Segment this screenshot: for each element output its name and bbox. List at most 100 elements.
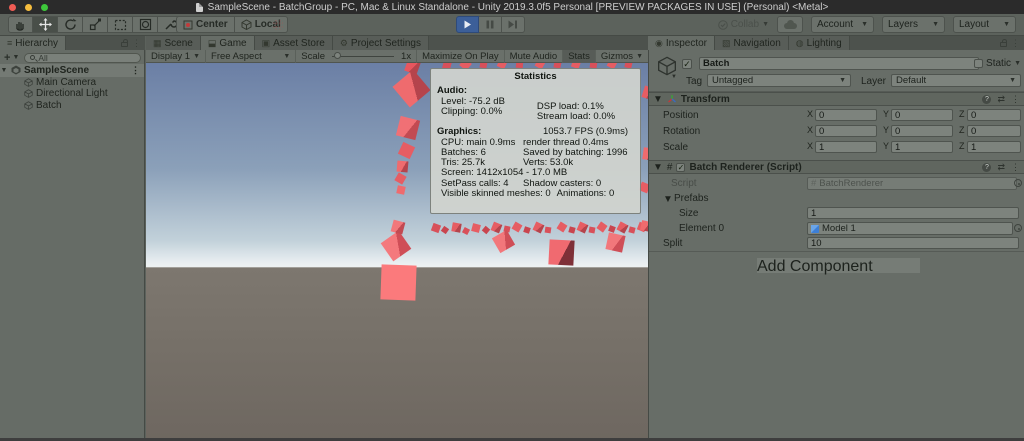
transform-component-header[interactable]: ▼ Transform ? ⇄ ⋮ bbox=[649, 92, 1024, 106]
object-picker-icon[interactable] bbox=[1014, 179, 1022, 187]
tab-inspector[interactable]: ◉Inspector bbox=[648, 36, 715, 50]
rotation-z-input[interactable] bbox=[967, 125, 1021, 137]
layers-dropdown[interactable]: Layers▼ bbox=[882, 16, 945, 33]
game-cube bbox=[398, 142, 415, 159]
scale-tool-button[interactable] bbox=[83, 16, 108, 33]
scale-y-input[interactable] bbox=[891, 141, 953, 153]
chevron-down-icon[interactable]: ▼ bbox=[12, 54, 19, 61]
object-picker-icon[interactable] bbox=[1014, 224, 1022, 232]
pause-button[interactable] bbox=[479, 16, 502, 33]
scale-slider-track[interactable] bbox=[332, 56, 394, 57]
scene-icon bbox=[11, 65, 21, 75]
add-component-button[interactable]: Add Component bbox=[757, 258, 920, 273]
step-button[interactable] bbox=[502, 16, 525, 33]
tab-scene[interactable]: ▦Scene bbox=[146, 36, 201, 50]
component-enabled-checkbox[interactable]: ✓ bbox=[676, 163, 685, 172]
window-titlebar: SampleScene - BatchGroup - PC, Mac & Lin… bbox=[0, 0, 1024, 14]
game-cube bbox=[396, 116, 420, 140]
chevron-down-icon: ▼ bbox=[839, 77, 846, 84]
transform-tool-button[interactable] bbox=[133, 16, 158, 33]
play-button[interactable] bbox=[456, 16, 479, 33]
size-input[interactable] bbox=[807, 207, 1019, 219]
rect-tool-button[interactable] bbox=[108, 16, 133, 33]
presets-icon[interactable]: ⇄ bbox=[997, 94, 1005, 105]
panel-menu-icon[interactable]: ⋮ bbox=[132, 39, 141, 48]
tab-hierarchy[interactable]: ≡ Hierarchy bbox=[0, 36, 66, 50]
prefab-icon bbox=[811, 225, 819, 233]
account-dropdown[interactable]: Account▼ bbox=[811, 16, 874, 33]
tab-asset-store[interactable]: ▣Asset Store bbox=[255, 36, 333, 50]
static-checkbox[interactable] bbox=[974, 59, 983, 68]
hierarchy-scene-row[interactable]: ▼ SampleScene ⋮ bbox=[0, 64, 144, 77]
pivot-toggle-button[interactable]: Center bbox=[176, 16, 235, 33]
position-y-input[interactable] bbox=[891, 109, 953, 121]
game-cube bbox=[512, 222, 523, 233]
foldout-icon[interactable]: ▼ bbox=[653, 94, 663, 105]
mute-audio-toggle[interactable]: Mute Audio bbox=[504, 50, 563, 63]
hand-tool-button[interactable] bbox=[8, 16, 33, 33]
hierarchy-item-main-camera[interactable]: Main Camera bbox=[0, 77, 144, 89]
component-menu-icon[interactable]: ⋮ bbox=[1011, 95, 1020, 104]
game-viewport[interactable]: Statistics Audio: Level: -75.2 dB Clippi… bbox=[146, 63, 648, 441]
name-input[interactable] bbox=[699, 57, 979, 70]
static-label: Static bbox=[986, 58, 1011, 69]
lock-icon[interactable] bbox=[1000, 42, 1007, 47]
position-z-input[interactable] bbox=[967, 109, 1021, 121]
position-x-input[interactable] bbox=[815, 109, 877, 121]
chevron-down-icon[interactable]: ▼ bbox=[1014, 60, 1021, 67]
stats-toggle[interactable]: Stats bbox=[562, 50, 595, 63]
help-icon[interactable]: ? bbox=[982, 163, 991, 172]
hierarchy-item-batch[interactable]: Batch bbox=[0, 100, 144, 112]
tab-label: Asset Store bbox=[273, 38, 325, 49]
component-menu-icon[interactable]: ⋮ bbox=[1011, 163, 1020, 172]
batch-renderer-component-header[interactable]: ▼ # ✓ Batch Renderer (Script) ? ⇄ ⋮ bbox=[649, 160, 1024, 174]
move-tool-button[interactable] bbox=[33, 16, 58, 33]
collab-dropdown[interactable]: Collab ▼ bbox=[718, 19, 769, 30]
panel-menu-icon[interactable]: ⋮ bbox=[1011, 39, 1020, 48]
scale-slider[interactable]: Scale 1x bbox=[296, 50, 416, 63]
foldout-icon[interactable]: ▼ bbox=[0, 67, 8, 74]
game-cube bbox=[462, 227, 470, 235]
layer-dropdown[interactable]: Default▼ bbox=[891, 74, 1021, 87]
layout-dropdown[interactable]: Layout▼ bbox=[953, 16, 1016, 33]
game-cube bbox=[451, 222, 461, 232]
chevron-down-icon: ▼ bbox=[1003, 21, 1010, 28]
grid-snap-icon[interactable] bbox=[266, 16, 290, 33]
cloud-services-button[interactable] bbox=[777, 16, 803, 33]
lock-icon[interactable] bbox=[121, 42, 128, 47]
axis-y-label: Y bbox=[883, 125, 889, 135]
hierarchy-search-input[interactable]: All bbox=[24, 53, 141, 63]
gizmos-dropdown[interactable]: Gizmos▼ bbox=[595, 50, 648, 63]
aspect-dropdown[interactable]: Free Aspect▼ bbox=[206, 50, 296, 63]
split-input[interactable] bbox=[807, 237, 1019, 249]
tab-lighting[interactable]: ◍Lighting bbox=[789, 36, 850, 50]
hierarchy-item-directional-light[interactable]: Directional Light bbox=[0, 88, 144, 100]
prefabs-element-row: Element 0 Model 1 bbox=[649, 221, 1024, 237]
rotate-tool-button[interactable] bbox=[58, 16, 83, 33]
prefabs-foldout-row[interactable]: ▼ Prefabs bbox=[649, 191, 1024, 207]
scale-x-input[interactable] bbox=[815, 141, 877, 153]
tab-project-settings[interactable]: ⚙Project Settings bbox=[333, 36, 429, 50]
maximize-on-play-toggle[interactable]: Maximize On Play bbox=[416, 50, 504, 63]
help-icon[interactable]: ? bbox=[982, 95, 991, 104]
script-field[interactable]: # BatchRenderer bbox=[807, 177, 1017, 190]
presets-icon[interactable]: ⇄ bbox=[997, 162, 1005, 173]
display-dropdown[interactable]: Display 1▼ bbox=[146, 50, 206, 63]
foldout-icon[interactable]: ▼ bbox=[663, 194, 673, 205]
tab-navigation[interactable]: ▧Navigation bbox=[715, 36, 789, 50]
rotation-y-input[interactable] bbox=[891, 125, 953, 137]
element-object-field[interactable]: Model 1 bbox=[807, 222, 1013, 235]
tab-game[interactable]: ⬓Game bbox=[201, 36, 255, 50]
foldout-icon[interactable]: ▼ bbox=[653, 162, 663, 173]
scale-slider-knob[interactable] bbox=[334, 52, 341, 59]
rotation-x-input[interactable] bbox=[815, 125, 877, 137]
tag-dropdown[interactable]: Untagged▼ bbox=[707, 74, 851, 87]
create-object-button[interactable]: + bbox=[4, 52, 10, 64]
active-checkbox[interactable]: ✓ bbox=[682, 59, 692, 69]
scale-z-input[interactable] bbox=[967, 141, 1021, 153]
aspect-label: Free Aspect bbox=[211, 51, 262, 62]
tag-label: Tag bbox=[686, 76, 702, 87]
scene-menu-icon[interactable]: ⋮ bbox=[131, 66, 140, 75]
script-value: BatchRenderer bbox=[819, 178, 883, 189]
game-cube bbox=[640, 220, 648, 232]
